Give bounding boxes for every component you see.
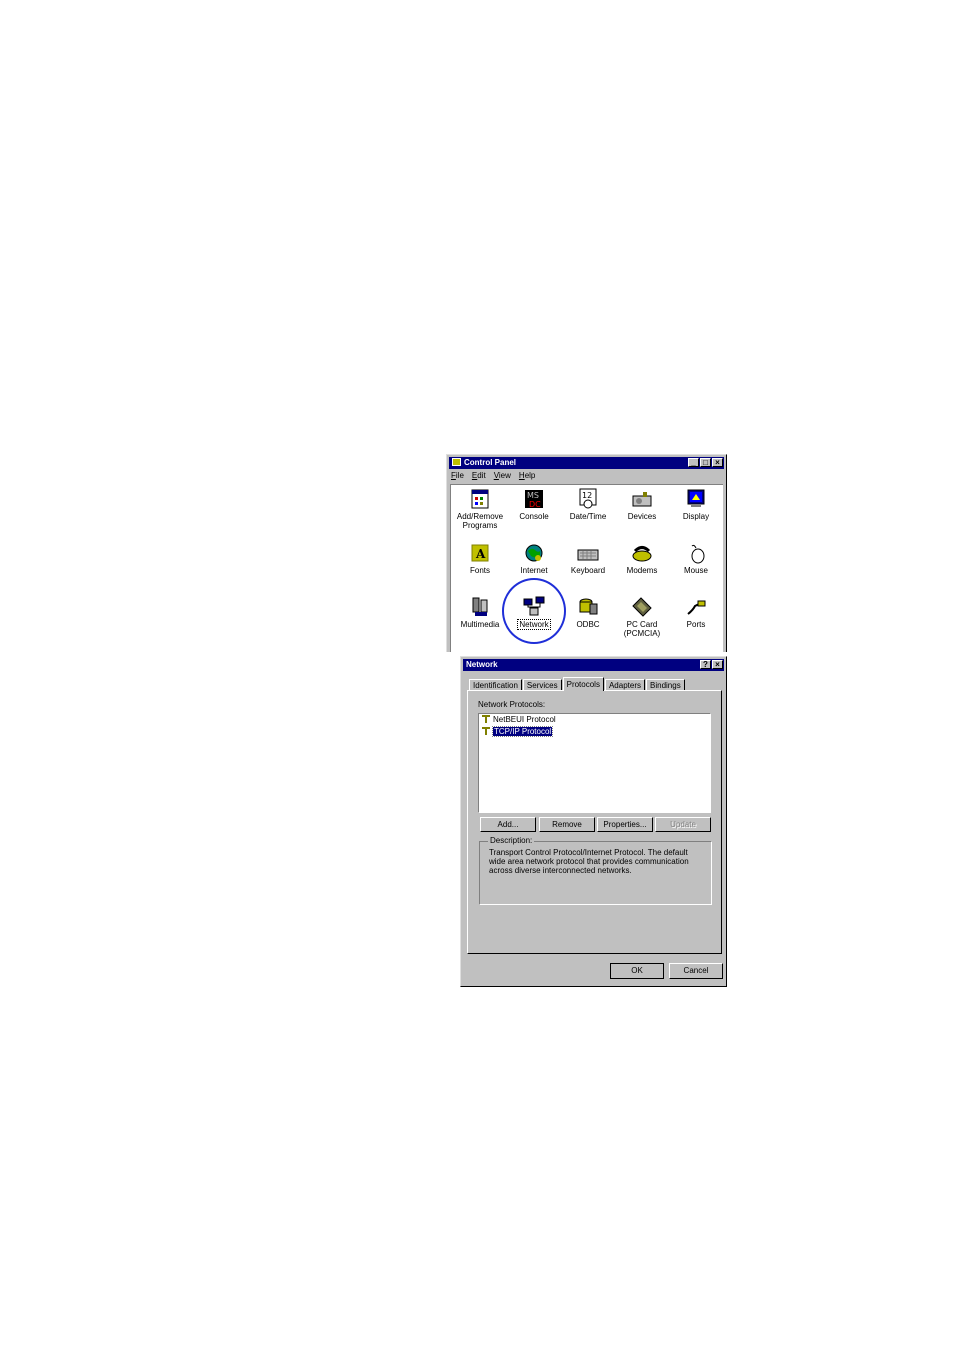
svg-text:MS: MS (527, 491, 539, 500)
cp-item-mouse[interactable]: Mouse (669, 542, 723, 575)
control-panel-titlebar[interactable]: Control Panel _ □ × (449, 457, 724, 469)
control-panel-menubar: File Edit View Help (451, 470, 535, 482)
multimedia-icon (469, 596, 491, 618)
control-panel-window: Control Panel _ □ × File Edit View Help … (446, 454, 727, 652)
cp-item-multimedia[interactable]: Multimedia (453, 596, 507, 629)
svg-text:DC: DC (529, 500, 541, 509)
control-panel-icon-area: Add/Remove Programs MS DC Console 12 Date… (450, 484, 723, 652)
close-button[interactable]: × (712, 458, 723, 467)
cp-item-date-time[interactable]: 12 Date/Time (561, 488, 615, 521)
network-titlebar[interactable]: Network ? × (463, 659, 724, 671)
date-time-icon: 12 (577, 488, 599, 510)
display-icon (685, 488, 707, 510)
description-text: Transport Control Protocol/Internet Prot… (489, 848, 689, 875)
description-group: Description: Transport Control Protocol/… (479, 836, 712, 905)
network-protocols-label: Network Protocols: (478, 700, 546, 709)
cp-item-modems[interactable]: Modems (615, 542, 669, 575)
svg-text:12: 12 (582, 491, 592, 500)
close-button[interactable]: × (712, 660, 723, 669)
modems-icon (631, 542, 653, 564)
protocol-icon (481, 727, 491, 735)
internet-icon (523, 542, 545, 564)
ok-button[interactable]: OK (610, 963, 664, 979)
fonts-icon: A (469, 542, 491, 564)
console-icon: MS DC (523, 488, 545, 510)
tab-identification[interactable]: Identification (469, 679, 522, 690)
cp-item-pc-card[interactable]: PC Card (PCMCIA) (615, 596, 669, 638)
protocols-panel: Network Protocols: NetBEUI Protocol TCP/… (467, 690, 722, 954)
pc-card-icon (631, 596, 653, 618)
menu-help[interactable]: Help (519, 470, 535, 482)
odbc-icon (577, 596, 599, 618)
cp-item-network[interactable]: Network (507, 596, 561, 630)
help-button[interactable]: ? (700, 660, 711, 669)
svg-text:A: A (475, 547, 486, 561)
ports-icon (685, 596, 707, 618)
cp-item-internet[interactable]: Internet (507, 542, 561, 575)
protocol-icon (481, 715, 491, 723)
menu-file[interactable]: File (451, 470, 464, 482)
remove-button[interactable]: Remove (539, 817, 595, 832)
cancel-button[interactable]: Cancel (669, 963, 723, 979)
update-button[interactable]: Update (655, 817, 711, 832)
cp-item-devices[interactable]: Devices (615, 488, 669, 521)
minimize-button[interactable]: _ (688, 458, 699, 467)
menu-edit[interactable]: Edit (472, 470, 486, 482)
network-dialog: Network ? × Identification Services Prot… (460, 656, 727, 987)
list-item-tcpip[interactable]: TCP/IP Protocol (481, 726, 554, 737)
maximize-button[interactable]: □ (700, 458, 711, 467)
list-item-netbeui[interactable]: NetBEUI Protocol (481, 715, 556, 725)
properties-button[interactable]: Properties... (597, 817, 653, 832)
network-icon (523, 596, 545, 618)
network-tabs: Identification Services Protocols Adapte… (469, 677, 686, 691)
cp-item-console[interactable]: MS DC Console (507, 488, 561, 521)
tab-protocols[interactable]: Protocols (562, 677, 604, 691)
cp-item-fonts[interactable]: A Fonts (453, 542, 507, 575)
cp-item-display[interactable]: Display (669, 488, 723, 521)
cp-item-ports[interactable]: Ports (669, 596, 723, 629)
tab-bindings[interactable]: Bindings (646, 679, 685, 690)
control-panel-title: Control Panel (464, 458, 517, 467)
network-title: Network (466, 660, 498, 669)
description-title: Description: (488, 836, 535, 845)
cp-item-keyboard[interactable]: Keyboard (561, 542, 615, 575)
tab-adapters[interactable]: Adapters (604, 679, 645, 690)
cp-item-odbc[interactable]: ODBC (561, 596, 615, 629)
keyboard-icon (577, 542, 599, 564)
add-button[interactable]: Add... (480, 817, 536, 832)
tab-services[interactable]: Services (522, 679, 562, 690)
cp-item-add-remove-programs[interactable]: Add/Remove Programs (453, 488, 507, 530)
folder-icon (452, 458, 461, 466)
protocols-listbox[interactable]: NetBEUI Protocol TCP/IP Protocol (478, 713, 711, 813)
devices-icon (631, 488, 653, 510)
add-remove-programs-icon (469, 488, 491, 510)
menu-view[interactable]: View (494, 470, 511, 482)
mouse-icon (685, 542, 707, 564)
